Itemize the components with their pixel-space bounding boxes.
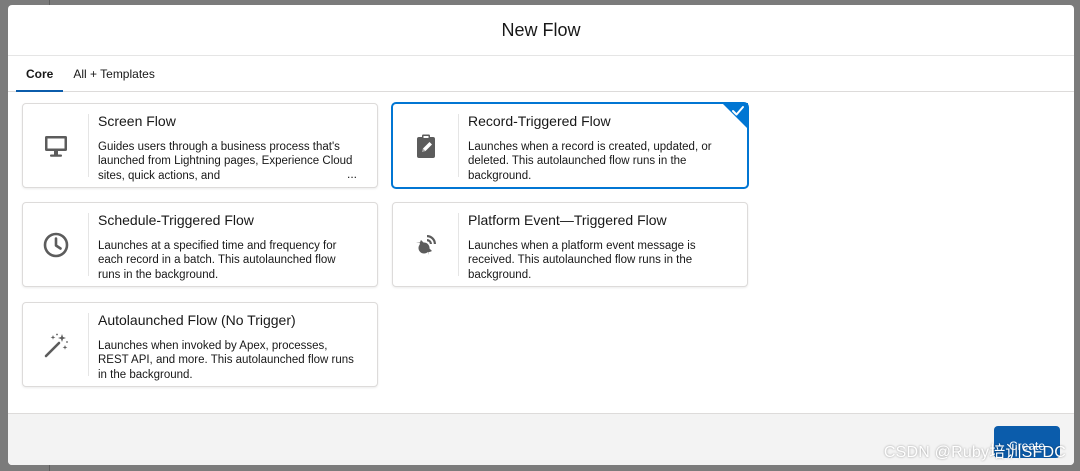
tab-bar: Core All + Templates — [8, 56, 1074, 92]
icon-column — [393, 114, 459, 177]
icon-column — [393, 213, 459, 276]
flow-card-autolaunched[interactable]: Autolaunched Flow (No Trigger) Launches … — [22, 302, 378, 387]
icon-column — [23, 213, 89, 276]
more-ellipsis: ... — [346, 167, 357, 181]
card-description: Launches at a specified time and frequen… — [98, 240, 337, 281]
icon-column — [23, 313, 89, 376]
tab-core[interactable]: Core — [16, 56, 64, 92]
broadcast-icon — [415, 234, 436, 255]
card-description: Launches when a record is created, updat… — [468, 141, 712, 182]
card-description: Guides users through a business process … — [98, 141, 353, 182]
watermark-text: CSDN @Ruby培训SFDC — [883, 444, 1066, 461]
card-title: Platform Event—Triggered Flow — [468, 212, 667, 228]
checkmark-icon — [732, 106, 744, 116]
modal-title: New Flow — [501, 19, 581, 40]
flow-type-grid: Screen Flow Guides users through a busin… — [8, 92, 1074, 412]
modal-header: New Flow — [8, 5, 1074, 56]
icon-column — [23, 114, 89, 177]
magic-wand-icon — [44, 333, 68, 357]
flow-card-screen-flow[interactable]: Screen Flow Guides users through a busin… — [22, 103, 378, 188]
card-title: Schedule-Triggered Flow — [98, 212, 254, 228]
card-description: Launches when a platform event message i… — [468, 240, 696, 281]
card-title: Screen Flow — [98, 113, 176, 129]
flow-card-platform-event[interactable]: Platform Event—Triggered Flow Launches w… — [392, 202, 748, 287]
card-title: Record-Triggered Flow — [468, 113, 611, 129]
desktop-icon — [44, 135, 67, 157]
card-description: Launches when invoked by Apex, processes… — [98, 340, 354, 381]
flow-card-record-triggered[interactable]: Record-Triggered Flow Launches when a re… — [392, 103, 748, 188]
new-flow-modal: New Flow Core All + Templates Screen Flo… — [8, 5, 1074, 465]
flow-card-schedule-triggered[interactable]: Schedule-Triggered Flow Launches at a sp… — [22, 202, 378, 287]
clock-icon — [43, 232, 68, 257]
card-title: Autolaunched Flow (No Trigger) — [98, 312, 296, 328]
tab-all-templates[interactable]: All + Templates — [63, 56, 165, 91]
clipboard-edit-icon — [416, 134, 435, 158]
